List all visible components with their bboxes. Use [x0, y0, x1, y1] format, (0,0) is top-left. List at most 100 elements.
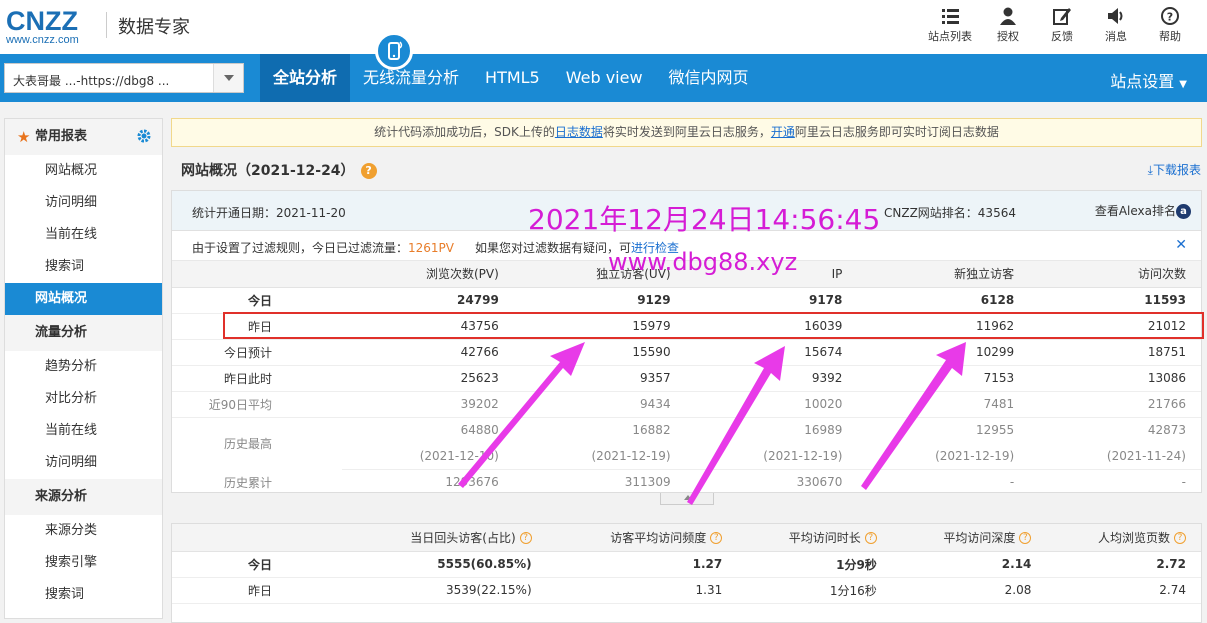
column-header: 访客平均访问频度? — [546, 524, 738, 552]
table-header: 当日回头访客(占比)? 访客平均访问频度? 平均访问时长? 平均访问深度? 人均… — [172, 524, 1201, 552]
mobile-icon — [375, 32, 413, 70]
site-selector[interactable]: 大表哥最 ...-https://dbg8 ... — [4, 63, 244, 93]
close-icon[interactable]: ✕ — [1175, 237, 1187, 253]
collapse-handle[interactable] — [660, 493, 714, 505]
column-header-label: 人均浏览页数 — [1097, 530, 1170, 545]
tab-site-analysis[interactable]: 全站分析 — [260, 54, 351, 102]
help-icon[interactable]: ? — [864, 532, 877, 545]
row-label: 今日 — [172, 551, 342, 578]
cell: 11593 — [1029, 287, 1201, 314]
help-button[interactable]: ? 帮助 — [1143, 6, 1197, 44]
edit-icon — [1053, 8, 1071, 25]
cell: (2021-12-10) — [342, 443, 514, 470]
download-label: 下载报表 — [1152, 163, 1201, 177]
cell: (2021-12-19) — [857, 443, 1030, 470]
help-icon[interactable]: ? — [1174, 532, 1186, 545]
cell: 2.72 — [1046, 551, 1201, 578]
cnzz-rank: CNZZ网站排名：43564 — [884, 206, 1016, 220]
cell: 2.74 — [1046, 577, 1201, 604]
caret-down-icon: ▼ — [1179, 79, 1187, 90]
cell: 2.14 — [891, 551, 1047, 578]
row-label: 历史最高 — [223, 436, 272, 451]
feedback-button[interactable]: 反馈 — [1035, 6, 1089, 44]
cell: 10299 — [857, 339, 1030, 366]
cell: 24799 — [342, 287, 514, 314]
cell: 7153 — [857, 365, 1030, 392]
help-icon: ? — [1161, 7, 1179, 25]
metrics-panel: 当日回头访客(占比)? 访客平均访问频度? 平均访问时长? 平均访问深度? 人均… — [171, 523, 1202, 623]
sidebar-item-visit-details-2[interactable]: 访问明细 — [5, 447, 162, 479]
chevron-down-icon[interactable] — [213, 64, 243, 92]
cell: 311309 — [624, 475, 671, 490]
notice-banner: 统计代码添加成功后，SDK上传的日志数据将实时发送到阿里云日志服务，开通阿里云日… — [171, 118, 1202, 147]
sidebar-item-search-terms-2[interactable]: 搜索词 — [5, 579, 162, 611]
site-list-button[interactable]: 站点列表 — [919, 6, 981, 44]
alexa-icon: a — [1176, 204, 1191, 219]
sidebar-section-common[interactable]: ★ 常用报表 — [5, 119, 162, 155]
column-header-blank — [172, 524, 342, 552]
product-name: 数据专家 — [118, 17, 190, 38]
table-row: 今日 24799 9129 9178 6128 11593 — [172, 287, 1201, 314]
help-icon[interactable]: ? — [1019, 532, 1032, 545]
alexa-rank-link[interactable]: 查看Alexa排名 a — [1095, 202, 1191, 219]
feedback-label: 反馈 — [1051, 30, 1073, 43]
tab-wechat-pages[interactable]: 微信内网页 — [656, 54, 762, 102]
star-icon: ★ — [17, 128, 31, 146]
gear-icon[interactable] — [136, 128, 152, 144]
cell: 39202 — [342, 391, 514, 418]
sidebar-item-online-now-2[interactable]: 当前在线 — [5, 415, 162, 447]
logo-text: CNZZ — [6, 6, 78, 36]
sidebar-section-source[interactable]: 来源分析 — [5, 479, 162, 515]
cell: 9392 — [685, 365, 858, 392]
sidebar-section-label: 常用报表 — [35, 129, 88, 144]
help-icon[interactable]: ? — [519, 532, 532, 545]
row-label: 近90日平均 — [172, 391, 342, 418]
site-settings-menu[interactable]: 站点设置 ▼ — [1110, 68, 1187, 92]
log-data-link[interactable]: 日志数据 — [555, 125, 603, 139]
sidebar-item-visit-details[interactable]: 访问明细 — [5, 187, 162, 219]
cell: 13086 — [1029, 365, 1201, 392]
cell: - — [1009, 475, 1015, 490]
cnzz-logo[interactable]: CNZZ www.cnzz.com — [6, 6, 79, 47]
activate-link[interactable]: 开通 — [771, 125, 795, 139]
column-header-label: 访客平均访问频度 — [610, 530, 707, 545]
speaker-icon — [1108, 8, 1123, 24]
cell: 9129 — [513, 287, 686, 314]
cell: 21766 — [1029, 391, 1201, 418]
metrics-table: 当日回头访客(占比)? 访客平均访问频度? 平均访问时长? 平均访问深度? 人均… — [172, 524, 1201, 604]
row-label: 今日 — [172, 287, 342, 314]
alexa-rank-label: 查看Alexa排名 — [1094, 204, 1176, 218]
row-label: 昨日 — [172, 577, 342, 604]
sidebar-item-search-engine[interactable]: 搜索引擎 — [5, 547, 162, 579]
cell: 25623 — [342, 365, 514, 392]
row-label: 今日预计 — [172, 339, 342, 366]
sidebar-section-traffic[interactable]: 流量分析 — [5, 315, 162, 351]
sidebar-item-site-overview[interactable]: 网站概况 — [5, 283, 162, 315]
page-title-text: 网站概况（2021-12-24） — [181, 163, 355, 179]
tab-webview[interactable]: Web view — [553, 54, 656, 102]
download-report-button[interactable]: ⤓下载报表 — [1148, 161, 1201, 178]
sidebar-item-trend[interactable]: 趋势分析 — [5, 351, 162, 383]
tab-html5[interactable]: HTML5 — [472, 54, 553, 102]
authorize-button[interactable]: 授权 — [981, 6, 1035, 44]
site-list-label: 站点列表 — [928, 30, 972, 43]
cell: 2.08 — [891, 577, 1047, 604]
cell: 6128 — [857, 287, 1030, 314]
sidebar-item-online-now[interactable]: 当前在线 — [5, 219, 162, 251]
sidebar-item-search-terms[interactable]: 搜索词 — [5, 251, 162, 283]
list-icon — [942, 9, 959, 24]
sidebar-item-source-category[interactable]: 来源分类 — [5, 515, 162, 547]
cell: 18751 — [1029, 339, 1201, 366]
help-icon[interactable]: ? — [710, 532, 723, 545]
cell: 5555(60.85%) — [342, 551, 547, 578]
column-header: 访问次数 — [1029, 261, 1201, 288]
column-header: 平均访问时长? — [737, 524, 892, 552]
authorize-label: 授权 — [997, 30, 1019, 43]
sidebar-item-compare[interactable]: 对比分析 — [5, 383, 162, 415]
messages-button[interactable]: 消息 — [1089, 6, 1143, 44]
main-navbar: 大表哥最 ...-https://dbg8 ... 全站分析 无线流量分析 HT… — [0, 54, 1207, 102]
sidebar-item-overview[interactable]: 网站概况 — [5, 155, 162, 187]
tab-wireless-analysis[interactable]: 无线流量分析 — [350, 54, 472, 102]
cell: 330670 — [796, 475, 843, 490]
help-icon[interactable]: ? — [360, 163, 377, 179]
